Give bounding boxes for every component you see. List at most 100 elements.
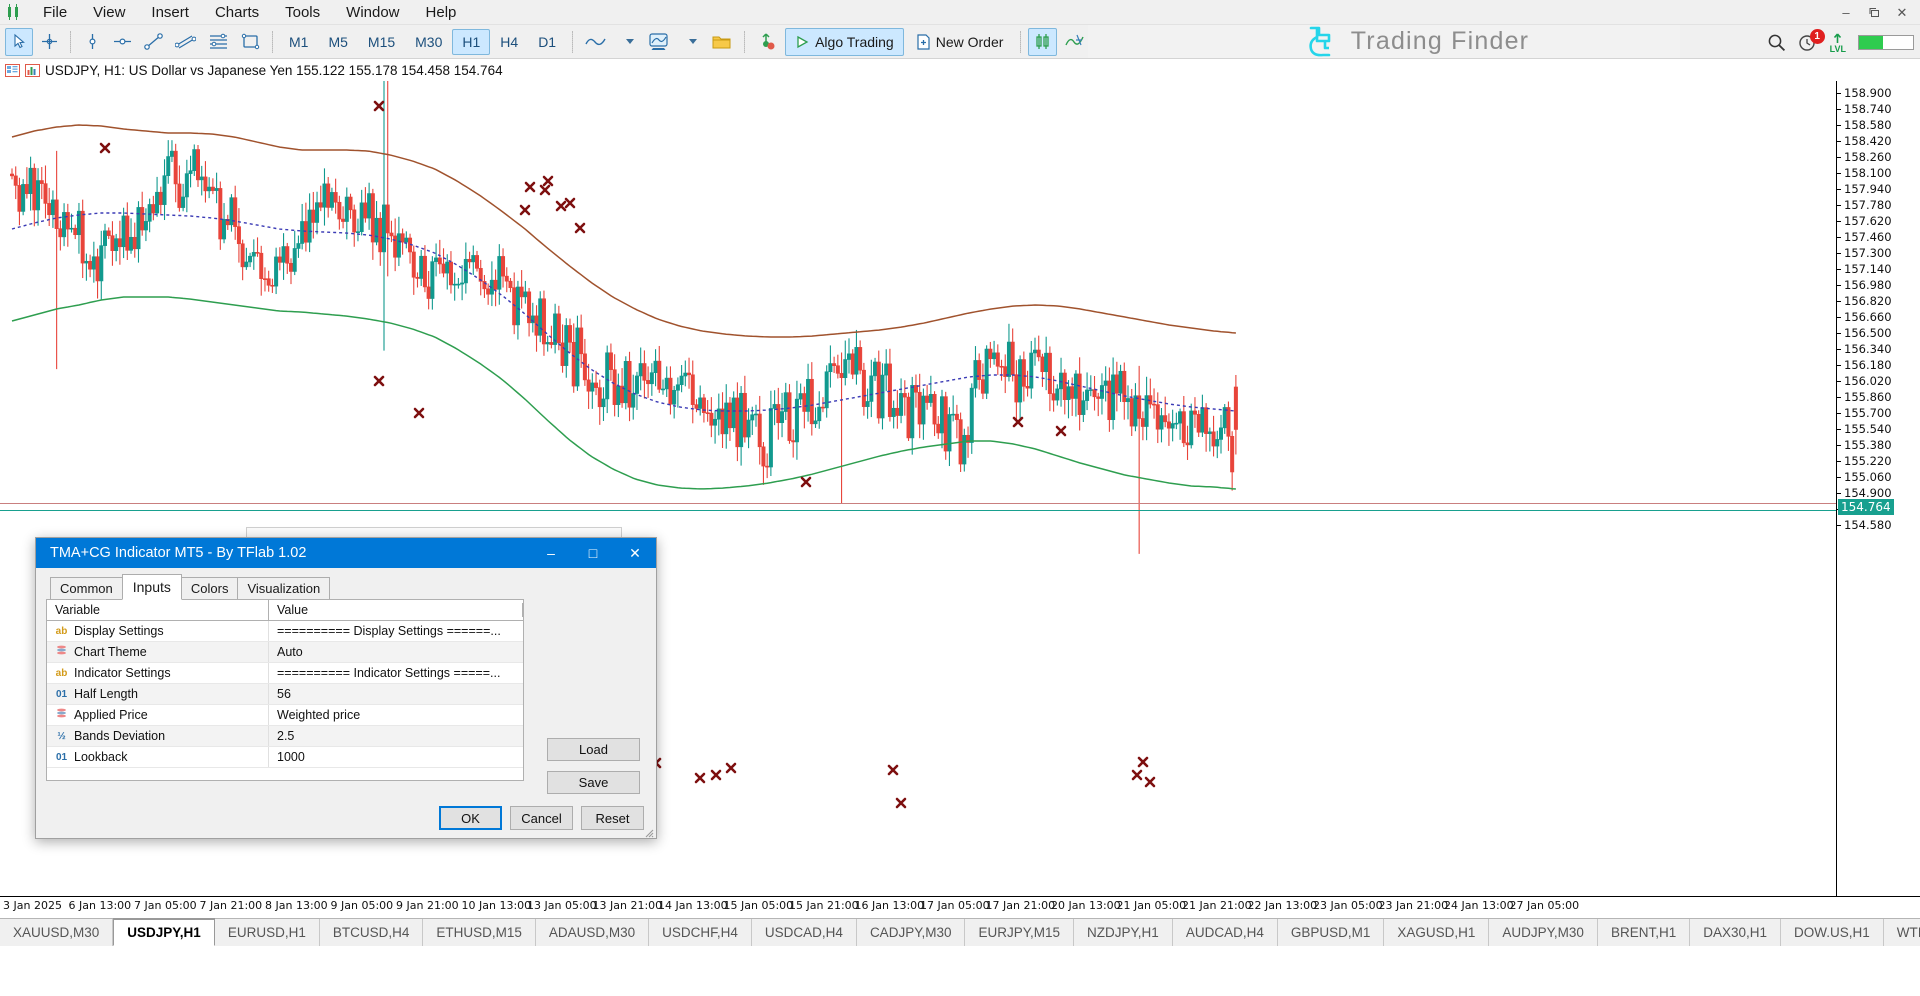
notifications-icon[interactable]: 1 (1798, 33, 1818, 53)
input-row[interactable]: Chart ThemeAuto (47, 642, 523, 663)
channel-icon[interactable] (170, 28, 201, 56)
indicator-properties-dialog[interactable]: TMA+CG Indicator MT5 - By TFlab 1.02 – □… (35, 537, 657, 839)
chart-type-dropdown[interactable] (613, 28, 641, 56)
search-icon[interactable] (1767, 33, 1786, 52)
timeframe-m1[interactable]: M1 (279, 29, 318, 55)
input-value[interactable]: ========== Indicator Settings =====... (269, 666, 523, 680)
input-row[interactable]: abIndicator Settings========== Indicator… (47, 663, 523, 684)
time-axis[interactable]: 3 Jan 20256 Jan 13:007 Jan 05:007 Jan 21… (0, 896, 1920, 918)
tab-common[interactable]: Common (50, 577, 123, 600)
symbol-tab[interactable]: ETHUSD,M15 (423, 919, 536, 946)
dialog-footer-buttons: OK Cancel Reset (439, 806, 644, 830)
timeframe-group: M1 M5 M15 M30 H1 H4 D1 (279, 29, 566, 55)
time-tick: 9 Jan 05:00 (331, 899, 394, 912)
vertical-line-icon[interactable] (78, 28, 106, 56)
cancel-button[interactable]: Cancel (510, 806, 573, 830)
timeframe-h4[interactable]: H4 (490, 29, 528, 55)
price-tick: 156.020 (1837, 374, 1892, 388)
symbol-tab[interactable]: XAGUSD,H1 (1384, 919, 1489, 946)
timeframe-h1[interactable]: H1 (452, 29, 490, 55)
menu-window[interactable]: Window (333, 0, 412, 25)
input-row[interactable]: 01Half Length56 (47, 684, 523, 705)
reset-button[interactable]: Reset (581, 806, 644, 830)
menu-charts[interactable]: Charts (202, 0, 272, 25)
inputs-grid[interactable]: Variable Value abDisplay Settings=======… (46, 599, 524, 781)
menu-view[interactable]: View (80, 0, 138, 25)
symbol-tab[interactable]: USDCAD,H4 (752, 919, 857, 946)
indicators-icon[interactable] (643, 28, 674, 56)
symbol-tab[interactable]: BRENT,H1 (1598, 919, 1690, 946)
price-axis[interactable]: 158.900158.740158.580158.420158.260158.1… (1836, 81, 1920, 896)
input-variable-name: Applied Price (47, 705, 269, 725)
input-row[interactable]: ½Bands Deviation2.5 (47, 726, 523, 747)
window-restore-button[interactable] (1860, 2, 1888, 24)
symbol-tab[interactable]: GBPUSD,M1 (1278, 919, 1385, 946)
input-value[interactable]: 2.5 (269, 729, 523, 743)
load-button[interactable]: Load (547, 738, 640, 761)
resize-grip-icon[interactable] (642, 826, 654, 838)
window-close-button[interactable]: ✕ (1888, 2, 1916, 24)
dialog-maximize-button[interactable]: □ (572, 538, 614, 568)
indicators-dropdown[interactable] (676, 28, 704, 56)
symbol-tab[interactable]: EURJPY,M15 (965, 919, 1074, 946)
symbol-tab[interactable]: AUDCAD,H4 (1173, 919, 1278, 946)
templates-icon[interactable] (706, 28, 737, 56)
price-tick: 157.140 (1837, 262, 1892, 276)
input-value[interactable]: 56 (269, 687, 523, 701)
tab-visualization[interactable]: Visualization (237, 577, 330, 600)
timeframe-m15[interactable]: M15 (358, 29, 405, 55)
timeframe-m5[interactable]: M5 (318, 29, 357, 55)
algo-trading-button[interactable]: Algo Trading (785, 28, 904, 56)
symbol-tab[interactable]: EURUSD,H1 (215, 919, 320, 946)
cursor-icon[interactable] (5, 28, 33, 56)
symbol-tab[interactable]: BTCUSD,H4 (320, 919, 424, 946)
input-value[interactable]: ========== Display Settings ======... (269, 624, 523, 638)
tab-inputs[interactable]: Inputs (122, 574, 182, 600)
symbol-tab[interactable]: XAUUSD,M30 (0, 919, 113, 946)
dialog-title-bar[interactable]: TMA+CG Indicator MT5 - By TFlab 1.02 – □… (36, 538, 656, 568)
symbol-tab[interactable]: USDCHF,H4 (649, 919, 752, 946)
new-order-button[interactable]: New Order (906, 28, 1014, 56)
timeframe-d1[interactable]: D1 (528, 29, 566, 55)
symbol-tab[interactable]: WTI,H1 (1884, 919, 1920, 946)
menu-help[interactable]: Help (413, 0, 470, 25)
symbol-tab-bar[interactable]: XAUUSD,M30USDJPY,H1EURUSD,H1BTCUSD,H4ETH… (0, 918, 1920, 946)
bar-chart-icon[interactable] (1028, 28, 1057, 56)
indicator-list-icon[interactable] (1059, 28, 1090, 56)
horizontal-line-icon[interactable] (108, 28, 137, 56)
chart-area[interactable]: USDJPY, H1: US Dollar vs Japanese Yen 15… (0, 59, 1920, 959)
symbol-tab[interactable]: NZDJPY,H1 (1074, 919, 1173, 946)
time-tick: 17 Jan 21:00 (986, 899, 1056, 912)
integer-type-icon: 01 (55, 689, 68, 700)
line-chart-icon[interactable] (580, 28, 611, 56)
window-minimize-button[interactable]: – (1832, 2, 1860, 24)
menu-tools[interactable]: Tools (272, 0, 333, 25)
symbol-tab[interactable]: USDJPY,H1 (113, 918, 215, 946)
dialog-close-button[interactable]: ✕ (614, 538, 656, 568)
symbol-tab[interactable]: CADJPY,M30 (857, 919, 966, 946)
trendline-icon[interactable] (139, 28, 168, 56)
price-tick: 156.980 (1837, 278, 1892, 292)
menu-insert[interactable]: Insert (138, 0, 202, 25)
save-button[interactable]: Save (547, 771, 640, 794)
symbol-tab[interactable]: ADAUSD,M30 (536, 919, 649, 946)
tab-colors[interactable]: Colors (181, 577, 239, 600)
expert-advisor-icon[interactable] (752, 28, 783, 56)
input-row[interactable]: abDisplay Settings========== Display Set… (47, 621, 523, 642)
fibonacci-icon[interactable] (203, 28, 234, 56)
input-value[interactable]: Weighted price (269, 708, 523, 722)
crosshair-icon[interactable] (35, 28, 63, 56)
dialog-minimize-button[interactable]: – (530, 538, 572, 568)
menu-bar: File View Insert Charts Tools Window Hel… (0, 0, 1920, 25)
timeframe-m30[interactable]: M30 (405, 29, 452, 55)
ok-button[interactable]: OK (439, 806, 502, 830)
input-row[interactable]: Applied PriceWeighted price (47, 705, 523, 726)
symbol-tab[interactable]: AUDJPY,M30 (1489, 919, 1598, 946)
shapes-icon[interactable] (236, 28, 265, 56)
input-row[interactable]: 01Lookback1000 (47, 747, 523, 768)
symbol-tab[interactable]: DAX30,H1 (1690, 919, 1781, 946)
input-value[interactable]: Auto (269, 645, 523, 659)
input-value[interactable]: 1000 (269, 750, 523, 764)
symbol-tab[interactable]: DOW.US,H1 (1781, 919, 1884, 946)
menu-file[interactable]: File (30, 0, 80, 25)
